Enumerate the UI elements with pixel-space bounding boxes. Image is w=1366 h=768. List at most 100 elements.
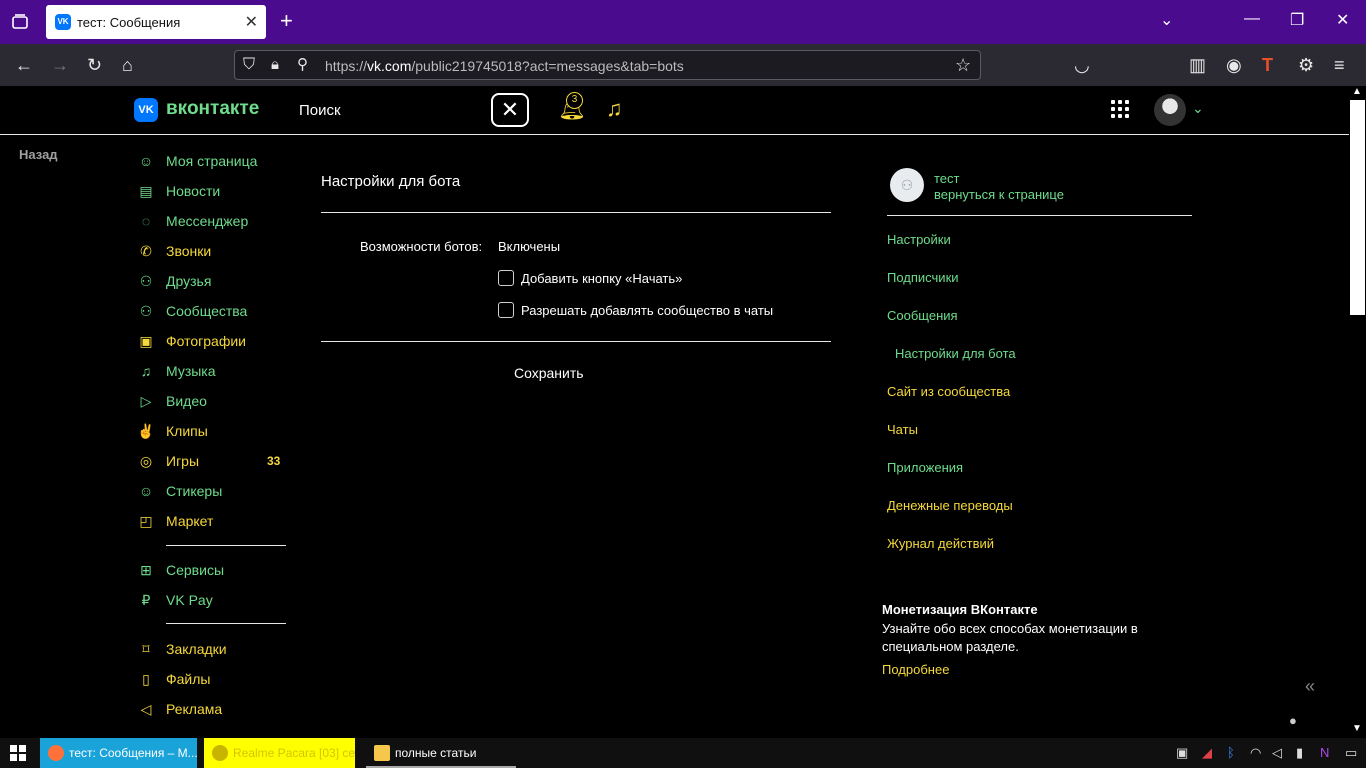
windows-start-icon[interactable] bbox=[10, 745, 26, 761]
sidebar-item-label: Мессенджер bbox=[166, 213, 249, 229]
tab-list-chevron-icon[interactable]: ⌄ bbox=[1160, 10, 1173, 30]
vkpay-icon: ₽ bbox=[141, 592, 151, 608]
divider bbox=[887, 215, 1192, 216]
url-bar[interactable]: ⛉ 🔒︎ ⚲ https://vk.com/public219745018?ac… bbox=[234, 50, 981, 80]
forward-arrow-icon[interactable]: → bbox=[51, 56, 69, 74]
extension-t-icon[interactable]: T bbox=[1262, 56, 1273, 74]
right-menu-item[interactable]: Сообщения bbox=[887, 308, 958, 323]
divider bbox=[321, 212, 831, 213]
windows-taskbar: тест: Сообщения – M... Realme Pacara [03… bbox=[0, 738, 1366, 768]
start-button-checkbox[interactable] bbox=[498, 270, 514, 286]
pocket-icon[interactable]: ◡ bbox=[1074, 56, 1090, 74]
tab-close-icon[interactable]: ✕ bbox=[245, 12, 258, 32]
group-avatar-icon[interactable]: ⚇ bbox=[890, 168, 924, 202]
tray-n-icon[interactable]: N bbox=[1320, 745, 1329, 761]
volume-icon[interactable]: ◁ bbox=[1272, 745, 1282, 761]
scroll-down-icon[interactable]: ▼ bbox=[1352, 723, 1362, 734]
group-name[interactable]: тест bbox=[934, 171, 960, 186]
chat-bubble-icon[interactable]: ● bbox=[1289, 713, 1297, 728]
back-arrow-icon[interactable]: ← bbox=[15, 56, 33, 74]
minimize-window-icon[interactable]: — bbox=[1244, 10, 1260, 28]
sidebar-item-label: Новости bbox=[166, 183, 221, 199]
collapse-double-chevron-icon[interactable]: « bbox=[1305, 676, 1315, 697]
permissions-icon[interactable]: ⚲ bbox=[297, 56, 308, 74]
new-tab-icon[interactable]: + bbox=[280, 10, 293, 32]
right-menu-item[interactable]: Настройки bbox=[887, 232, 951, 247]
right-menu-item[interactable]: Чаты bbox=[887, 422, 918, 437]
allow-chats-checkbox-label[interactable]: Разрешать добавлять сообщество в чаты bbox=[521, 303, 773, 318]
back-link[interactable]: Назад bbox=[19, 147, 58, 162]
account-icon[interactable]: ◉ bbox=[1226, 56, 1242, 74]
sidebar-item-label: Сервисы bbox=[166, 562, 225, 578]
tab-overview-icon[interactable] bbox=[10, 12, 30, 32]
communities-icon: ⚇ bbox=[139, 303, 153, 319]
divider bbox=[321, 341, 831, 342]
games-icon: ◎ bbox=[139, 453, 153, 469]
bookmark-star-icon[interactable]: ☆ bbox=[955, 56, 971, 74]
menu-hamburger-icon[interactable]: ≡ bbox=[1334, 56, 1345, 74]
tray-bars-icon[interactable]: ▮ bbox=[1296, 745, 1303, 761]
sidebar-item-label: Музыка bbox=[166, 363, 216, 379]
right-menu-item[interactable]: Денежные переводы bbox=[887, 498, 1013, 513]
sidebar-item-label: Игры bbox=[166, 453, 200, 469]
right-menu-item[interactable]: Подписчики bbox=[887, 270, 959, 285]
sidebar-item-label: Звонки bbox=[166, 243, 212, 259]
music-note-icon[interactable]: ♫ bbox=[606, 96, 623, 122]
taskbar-item-folder[interactable]: полные статьи bbox=[366, 738, 516, 768]
sidebar-item-label: Закладки bbox=[166, 641, 227, 657]
reload-icon[interactable]: ↻ bbox=[87, 56, 102, 74]
apps-grid-icon[interactable] bbox=[1111, 100, 1129, 118]
sidebar-item-label: Маркет bbox=[166, 513, 214, 529]
friends-icon: ⚇ bbox=[139, 273, 153, 289]
extensions-icon[interactable]: ⚙ bbox=[1298, 56, 1314, 74]
sidebar-item-label: Друзья bbox=[166, 273, 212, 289]
vk-header: VK вконтакте Поиск ✕ 🔔︎ 3 ♫ ⌄ bbox=[0, 86, 1349, 135]
right-menu-item[interactable]: Журнал действий bbox=[887, 536, 994, 551]
sidebar-item-label: Клипы bbox=[166, 423, 208, 439]
tray-screen-icon[interactable]: ▣ bbox=[1176, 745, 1188, 761]
sidebar-item-label: VK Pay bbox=[166, 592, 213, 608]
home-icon[interactable]: ⌂ bbox=[122, 56, 133, 74]
lock-icon[interactable]: 🔒︎ bbox=[271, 56, 279, 74]
scrollbar-thumb[interactable] bbox=[1350, 100, 1365, 315]
save-button[interactable]: Сохранить bbox=[514, 365, 584, 381]
start-button-checkbox-label[interactable]: Добавить кнопку «Начать» bbox=[521, 271, 682, 286]
bookmarks-icon: ⌑ bbox=[142, 641, 150, 657]
sidebar-item-label: Реклама bbox=[166, 701, 223, 717]
right-menu-item[interactable]: Настройки для бота bbox=[895, 346, 1016, 361]
wifi-icon[interactable]: ◠ bbox=[1250, 745, 1261, 761]
page-scrollbar[interactable]: ▲ ▼ bbox=[1349, 86, 1366, 740]
games-count-badge: 33 bbox=[267, 454, 281, 468]
files-icon: ▯ bbox=[142, 671, 150, 687]
right-menu-item[interactable]: Сайт из сообщества bbox=[887, 384, 1010, 399]
scroll-up-icon[interactable]: ▲ bbox=[1352, 86, 1362, 97]
taskbar-item-firefox[interactable]: тест: Сообщения – M... bbox=[40, 738, 197, 768]
reader-view-icon[interactable]: ▥ bbox=[1189, 56, 1206, 74]
sidebar-item-label: Видео bbox=[166, 393, 207, 409]
monetization-title: Монетизация ВКонтакте bbox=[882, 602, 1038, 617]
notifications-icon[interactable]: ▭ bbox=[1345, 745, 1357, 761]
monetization-text: Узнайте обо всех способах монетизации в … bbox=[882, 621, 1138, 654]
search-link[interactable]: Поиск bbox=[299, 102, 341, 119]
allow-chats-checkbox[interactable] bbox=[498, 302, 514, 318]
vk-logo-text[interactable]: вконтакте bbox=[166, 98, 259, 120]
monetization-more-link[interactable]: Подробнее bbox=[882, 662, 949, 677]
divider bbox=[166, 623, 286, 624]
right-menu-item[interactable]: Приложения bbox=[887, 460, 963, 475]
vk-logo-icon[interactable]: VK bbox=[134, 98, 158, 122]
music-icon: ♫ bbox=[140, 363, 152, 379]
bots-capability-value[interactable]: Включены bbox=[498, 239, 560, 254]
avatar[interactable] bbox=[1154, 94, 1186, 126]
close-icon[interactable]: ✕ bbox=[491, 93, 529, 127]
browser-tab[interactable]: VK тест: Сообщения ✕ bbox=[46, 5, 266, 39]
media-player-icon bbox=[212, 745, 228, 761]
taskbar-item-player[interactable]: Realme Pacara [03] ce... bbox=[204, 738, 355, 768]
restore-window-icon[interactable]: ❐ bbox=[1290, 10, 1304, 30]
close-window-icon[interactable]: ✕ bbox=[1336, 10, 1349, 30]
chevron-down-icon[interactable]: ⌄ bbox=[1192, 100, 1204, 117]
tray-app-icon[interactable]: ◢ bbox=[1202, 745, 1212, 761]
shield-icon[interactable]: ⛉ bbox=[243, 56, 255, 74]
bluetooth-icon[interactable]: ᛒ bbox=[1227, 745, 1235, 761]
back-to-page-link[interactable]: вернуться к странице bbox=[934, 187, 1064, 202]
clips-icon: ✌ bbox=[137, 423, 155, 439]
